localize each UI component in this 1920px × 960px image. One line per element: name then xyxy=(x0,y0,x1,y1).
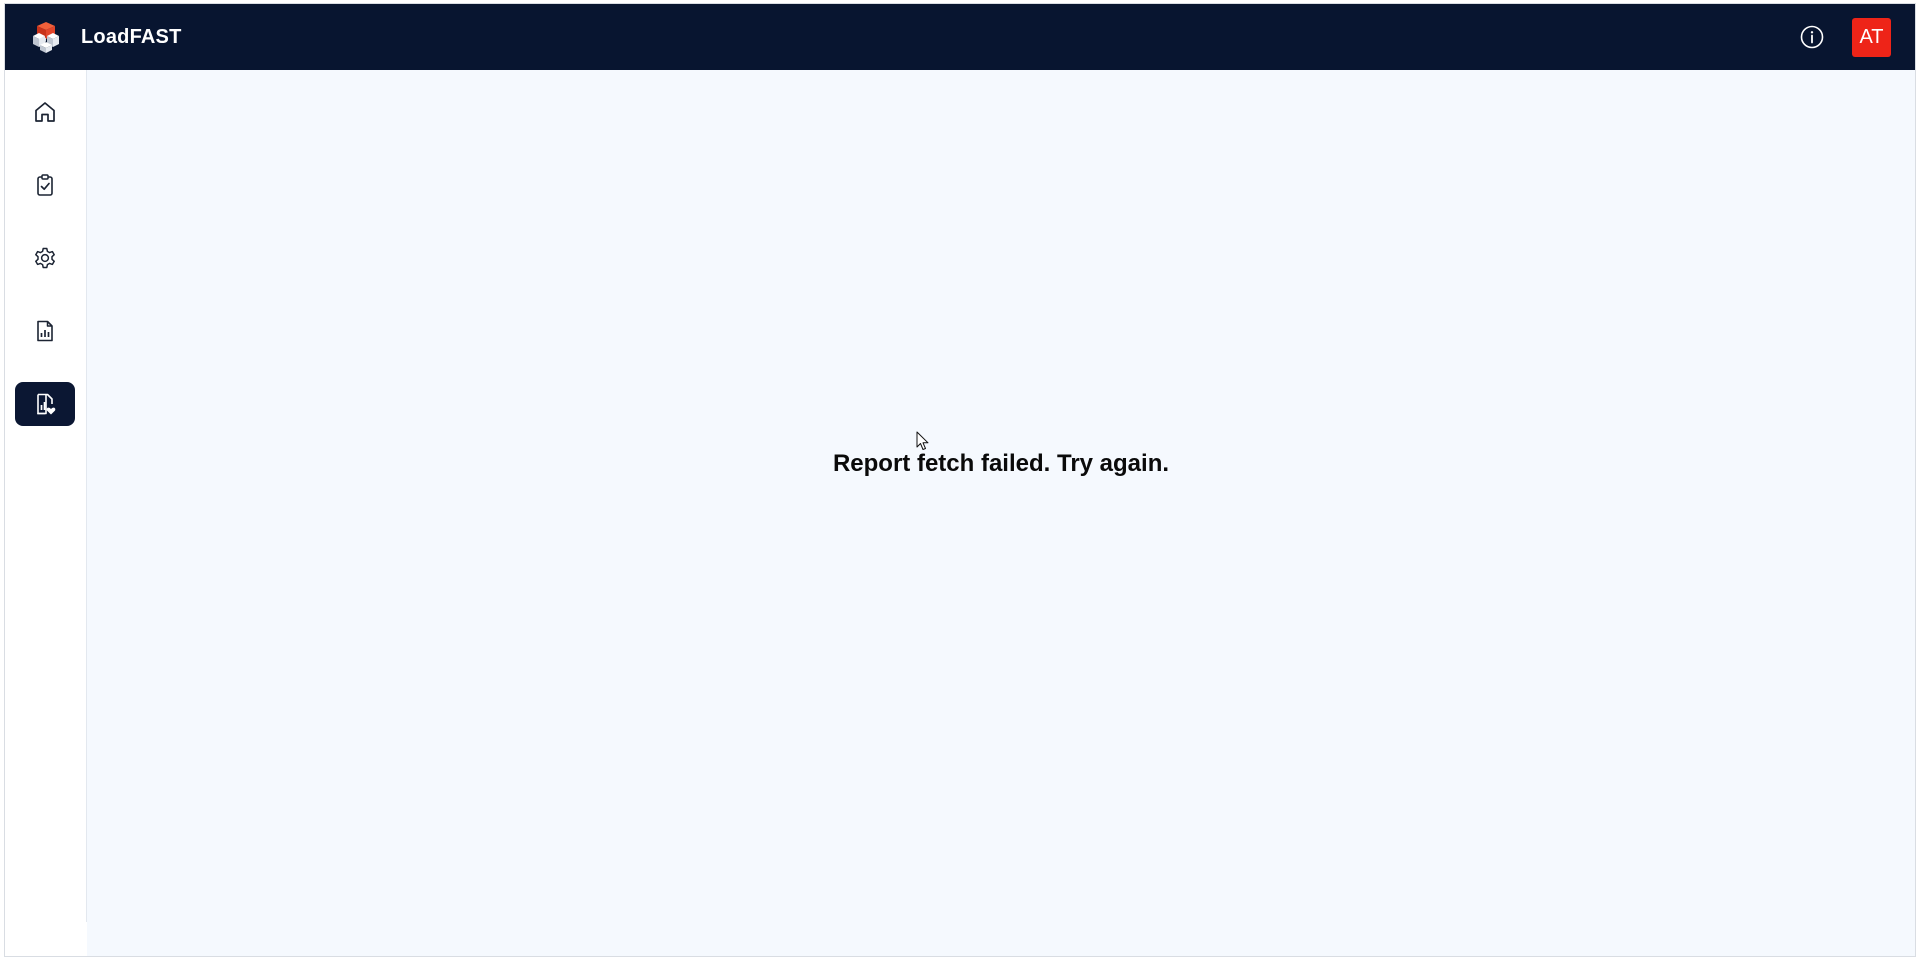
brand[interactable]: LoadFAST xyxy=(31,20,182,54)
sidebar xyxy=(5,70,87,956)
info-button[interactable] xyxy=(1798,23,1826,51)
sidebar-item-home[interactable] xyxy=(15,90,75,134)
avatar[interactable]: AT xyxy=(1852,17,1891,57)
clipboard-check-icon xyxy=(37,174,53,196)
header-actions: AT xyxy=(1798,17,1891,57)
home-icon xyxy=(35,102,55,122)
main-content: Report fetch failed. Try again. xyxy=(87,70,1915,956)
gear-icon xyxy=(35,247,55,269)
sidebar-item-reports[interactable] xyxy=(15,309,75,353)
report-chart-icon xyxy=(37,320,53,342)
sidebar-item-settings[interactable] xyxy=(15,236,75,280)
sidebar-item-report-health[interactable] xyxy=(15,382,75,426)
app-window: LoadFAST AT Report fetch failed. Try aga… xyxy=(4,3,1916,957)
error-message: Report fetch failed. Try again. xyxy=(832,450,1170,477)
boxes-stack-icon xyxy=(31,20,61,54)
mouse-cursor-icon xyxy=(916,431,929,450)
app-title: LoadFAST xyxy=(81,25,182,48)
info-circle-icon xyxy=(1800,25,1824,49)
sidebar-footer xyxy=(5,922,87,956)
report-heart-icon xyxy=(37,393,56,415)
sidebar-item-tasks[interactable] xyxy=(15,163,75,207)
top-header: LoadFAST AT xyxy=(5,4,1915,70)
